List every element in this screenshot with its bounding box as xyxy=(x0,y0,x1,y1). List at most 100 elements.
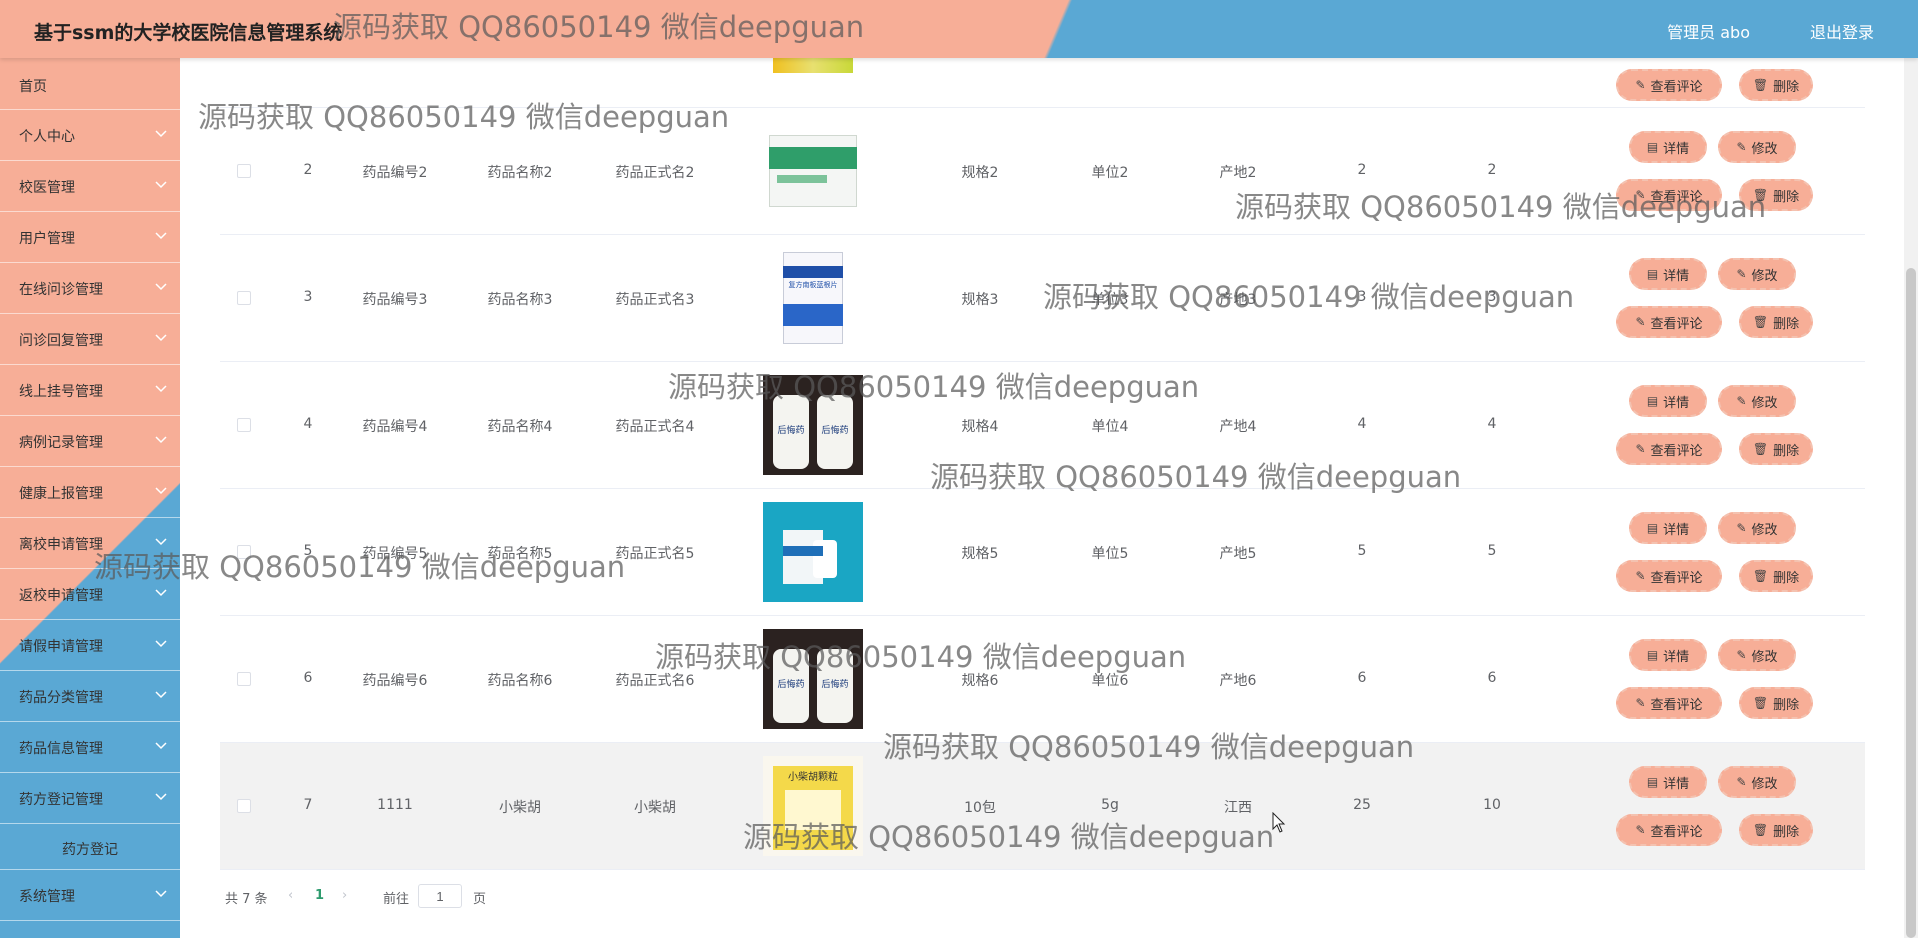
sidebar-item-leave-school[interactable]: 离校申请管理 xyxy=(0,518,180,569)
drug-code: 药品编号6 xyxy=(362,673,428,689)
delete-button[interactable]: 🗑 删除 xyxy=(1739,306,1813,338)
button-label: 查看评论 xyxy=(1650,697,1703,713)
edit-button[interactable]: ✎ 修改 xyxy=(1718,258,1796,290)
detail-button[interactable]: ▤ 详情 xyxy=(1629,512,1707,544)
sidebar-item-online-consult[interactable]: 在线问诊管理 xyxy=(0,263,180,314)
sidebar-item-home[interactable]: 首页 xyxy=(0,58,180,110)
sidebar-item-case-records[interactable]: 病例记录管理 xyxy=(0,416,180,467)
scrollbar-thumb[interactable] xyxy=(1906,268,1916,938)
sidebar-item-user-management[interactable]: 用户管理 xyxy=(0,212,180,263)
drug-count-1: 5 xyxy=(1357,543,1367,559)
row-checkbox[interactable] xyxy=(237,291,251,305)
detail-button[interactable]: ▤ 详情 xyxy=(1629,385,1707,417)
view-comments-button[interactable]: ✎ 查看评论 xyxy=(1616,560,1722,592)
trash-icon: 🗑 xyxy=(1752,442,1769,456)
view-comments-button[interactable]: ✎ 查看评论 xyxy=(1616,433,1722,465)
vertical-scrollbar[interactable] xyxy=(1904,58,1918,938)
sidebar-item-doctor-management[interactable]: 校医管理 xyxy=(0,161,180,212)
drug-origin: 产地5 xyxy=(1219,546,1257,562)
edit-button[interactable]: ✎ 修改 xyxy=(1718,512,1796,544)
drug-name: 药品名称2 xyxy=(487,165,553,181)
row-checkbox[interactable] xyxy=(237,545,251,559)
sidebar-item-system-management[interactable]: 系统管理 xyxy=(0,870,180,921)
sidebar-subitem-prescription-register[interactable]: 药方登记 xyxy=(0,824,180,870)
edit-icon: ✎ xyxy=(1635,315,1646,329)
view-comments-button[interactable]: ✎ 查看评论 xyxy=(1616,687,1722,719)
document-icon: ▤ xyxy=(1646,267,1659,281)
delete-button[interactable]: 🗑 删除 xyxy=(1739,69,1813,101)
edit-icon: ✎ xyxy=(1635,696,1646,710)
trash-icon: 🗑 xyxy=(1752,315,1769,329)
edit-button[interactable]: ✎ 修改 xyxy=(1718,131,1796,163)
table-row: 6 药品编号6 药品名称6 药品正式名6 规格6 单位6 产地6 6 6 后悔药 后悔药 ▤ 详情 ✎ 修改… xyxy=(220,616,1865,743)
table-row: 3 药品编号3 药品名称3 药品正式名3 规格3 单位3 产地3 3 3 复方南板蓝根片 ▤ 详情 ✎ 修… xyxy=(220,235,1865,362)
page-number-current[interactable]: 1 xyxy=(315,888,324,903)
row-checkbox[interactable] xyxy=(237,799,251,813)
edit-icon: ✎ xyxy=(1635,442,1646,456)
delete-button[interactable]: 🗑 删除 xyxy=(1739,560,1813,592)
sidebar-item-online-registration[interactable]: 线上挂号管理 xyxy=(0,365,180,416)
view-comments-button[interactable]: ✎ 查看评论 xyxy=(1616,179,1722,211)
row-checkbox[interactable] xyxy=(237,164,251,178)
detail-button[interactable]: ▤ 详情 xyxy=(1629,258,1707,290)
button-label: 删除 xyxy=(1773,443,1800,459)
view-comments-button[interactable]: ✎ 查看评论 xyxy=(1616,306,1722,338)
edit-button[interactable]: ✎ 修改 xyxy=(1718,766,1796,798)
view-comments-button[interactable]: ✎ 查看评论 xyxy=(1616,69,1722,101)
edit-button[interactable]: ✎ 修改 xyxy=(1718,639,1796,671)
detail-button[interactable]: ▤ 详情 xyxy=(1629,766,1707,798)
edit-button[interactable]: ✎ 修改 xyxy=(1718,385,1796,417)
sidebar-item-label: 首页 xyxy=(19,79,47,95)
sidebar-item-leave-request[interactable]: 请假申请管理 xyxy=(0,620,180,671)
sidebar-item-drug-info[interactable]: 药品信息管理 xyxy=(0,722,180,773)
delete-button[interactable]: 🗑 删除 xyxy=(1739,179,1813,211)
drug-count-2: 3 xyxy=(1487,289,1497,305)
row-checkbox[interactable] xyxy=(237,418,251,432)
prev-page-icon[interactable]: ‹ xyxy=(288,888,293,903)
sidebar-item-label: 离校申请管理 xyxy=(19,537,103,553)
delete-button[interactable]: 🗑 删除 xyxy=(1739,433,1813,465)
table-row: 5 药品编号5 药品名称5 药品正式名5 规格5 单位5 产地5 5 5 ▤ 详情 ✎ 修改 ✎ 查看评论 🗑… xyxy=(220,489,1865,616)
button-label: 删除 xyxy=(1773,189,1800,205)
drug-image-text: 后悔药 xyxy=(777,680,805,690)
detail-button[interactable]: ▤ 详情 xyxy=(1629,639,1707,671)
detail-button[interactable]: ▤ 详情 xyxy=(1629,131,1707,163)
sidebar-item-drug-category[interactable]: 药品分类管理 xyxy=(0,671,180,722)
mouse-cursor-icon xyxy=(1272,811,1286,838)
chevron-down-icon xyxy=(154,687,168,701)
trash-icon: 🗑 xyxy=(1752,823,1769,837)
drug-image: 后悔药 后悔药 xyxy=(763,375,863,475)
delete-button[interactable]: 🗑 删除 xyxy=(1739,814,1813,846)
next-page-icon[interactable]: › xyxy=(342,888,347,903)
drug-spec: 规格6 xyxy=(961,673,999,689)
trash-icon: 🗑 xyxy=(1752,78,1769,92)
view-comments-button[interactable]: ✎ 查看评论 xyxy=(1616,814,1722,846)
row-index: 6 xyxy=(303,670,313,686)
drug-unit: 5g xyxy=(1101,797,1119,813)
edit-icon: ✎ xyxy=(1635,569,1646,583)
drug-spec: 规格3 xyxy=(961,292,999,308)
sidebar-item-consult-reply[interactable]: 问诊回复管理 xyxy=(0,314,180,365)
current-user-label: 管理员 abo xyxy=(1667,23,1750,42)
sidebar-item-label: 药品分类管理 xyxy=(19,690,103,706)
button-label: 查看评论 xyxy=(1650,570,1703,586)
drug-unit: 单位6 xyxy=(1091,673,1129,689)
sidebar-item-return-school[interactable]: 返校申请管理 xyxy=(0,569,180,620)
drug-formal-name: 药品正式名6 xyxy=(615,673,695,689)
delete-button[interactable]: 🗑 删除 xyxy=(1739,687,1813,719)
table-row: 2 药品编号2 药品名称2 药品正式名2 规格2 单位2 产地2 2 2 ▤ 详情 ✎ 修改 ✎ 查看评论 🗑… xyxy=(220,108,1865,235)
page-goto-input[interactable] xyxy=(418,884,462,908)
logout-link[interactable]: 退出登录 xyxy=(1810,19,1874,43)
drug-image-text: 后悔药 xyxy=(821,680,849,690)
sidebar-item-personal-center[interactable]: 个人中心 xyxy=(0,110,180,161)
button-label: 查看评论 xyxy=(1650,79,1703,95)
edit-icon: ✎ xyxy=(1736,394,1747,408)
sidebar-item-health-report[interactable]: 健康上报管理 xyxy=(0,467,180,518)
drug-count-1: 2 xyxy=(1357,162,1367,178)
button-label: 删除 xyxy=(1773,824,1800,840)
row-checkbox[interactable] xyxy=(237,672,251,686)
sidebar-item-label: 校医管理 xyxy=(19,180,75,196)
sidebar-item-prescription[interactable]: 药方登记管理 xyxy=(0,773,180,824)
button-label: 修改 xyxy=(1751,776,1778,792)
trash-icon: 🗑 xyxy=(1752,696,1769,710)
